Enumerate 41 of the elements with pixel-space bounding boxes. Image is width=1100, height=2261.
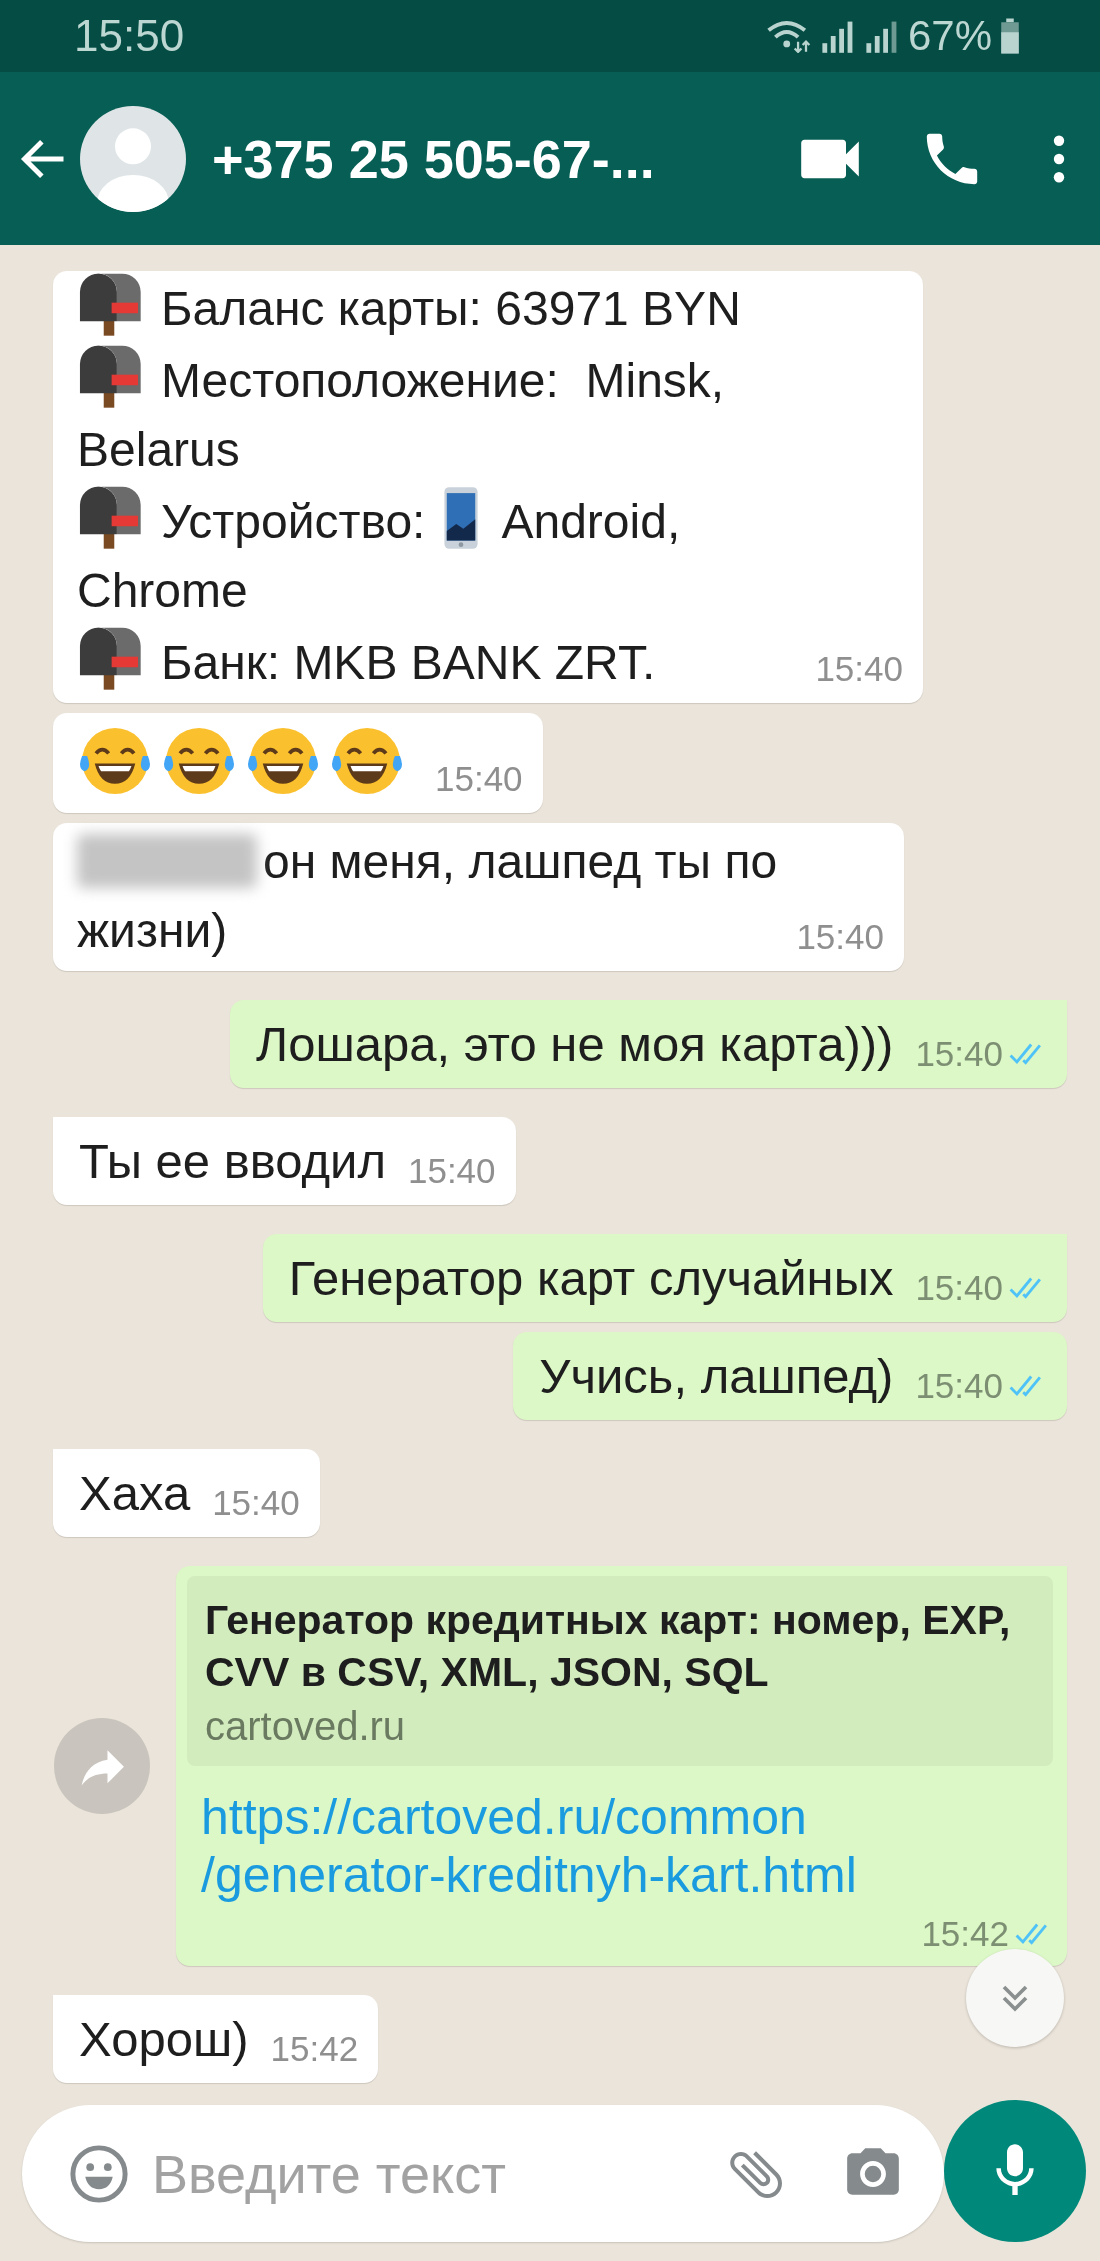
message-time: 15:42 [921,1914,1009,1954]
message-time: 15:40 [407,1151,496,1191]
preview-title: Генератор кредитных карт: номер, EXP, CVV в CSV, XML, JSON, SQL [205,1596,1012,1697]
message-text: Ты ее вводил [79,1133,386,1190]
battery-percent: 67% [907,12,992,60]
message-text: Chrome [77,564,248,617]
message-input-field[interactable]: Введите текст [22,2105,944,2242]
message-time: 15:42 [270,2029,359,2069]
message-time: 15:40 [915,1366,1003,1406]
avatar-icon[interactable] [80,105,186,212]
message-text: жизни) [77,904,228,957]
preview-domain: cartoved.ru [205,1703,407,1750]
message-text: Хорош) [79,2011,249,2068]
message-text: Генератор карт случайных [288,1250,894,1307]
text-input[interactable]: Введите текст [150,2141,706,2206]
link-preview[interactable]: Генератор кредитных карт: номер, EXP, CVV в CSV, XML, JSON, SQL cartoved.ru [187,1576,1053,1766]
message-time: 15:40 [796,917,884,957]
contact-title[interactable]: +375 25 505-67-... [212,127,736,190]
mailbox-icon [77,625,141,691]
message-time: 15:40 [815,649,903,689]
message-text: он меня, лашпед ты по [263,835,778,888]
mailbox-icon [77,343,141,409]
wifi-icon [765,19,812,53]
mailbox-icon [77,271,141,337]
message-text: Местоположение: Minsk, [161,354,725,407]
message-text: Лошара, это не моя карта))) [255,1016,894,1073]
message-text: Belarus [77,423,240,476]
message-time: 15:40 [915,1034,1003,1074]
battery-icon [1000,18,1020,54]
message-text: Учись, лашпед) [539,1348,894,1405]
status-time: 15:50 [74,11,185,61]
message-text: Хаха [79,1465,191,1522]
message-time: 15:40 [915,1268,1003,1308]
message-text: Устройство: [161,495,426,548]
message-text: Android, [501,495,681,548]
message-time: 15:40 [212,1483,300,1523]
mailbox-icon [77,484,141,550]
message-time: 15:40 [435,759,523,799]
message-text: Банк: MKB BANK ZRT. [161,636,656,689]
smartphone-icon [443,486,480,550]
message-text: Баланс карты: 63971 BYN [161,282,741,335]
